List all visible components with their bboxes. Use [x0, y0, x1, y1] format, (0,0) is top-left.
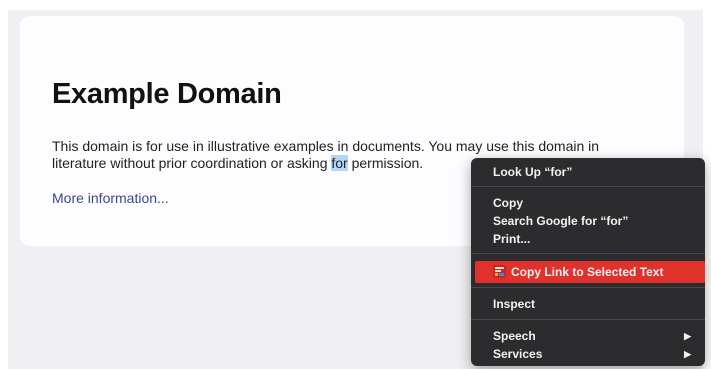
menu-item-label: Services [493, 347, 543, 361]
more-information-link[interactable]: More information... [52, 190, 169, 206]
menu-item-copy[interactable]: Copy [471, 194, 705, 212]
menu-item-search-google[interactable]: Search Google for “for” [471, 212, 705, 230]
menu-item-label: Inspect [493, 297, 536, 311]
menu-item-print[interactable]: Print... [471, 230, 705, 248]
menu-item-label: Print... [493, 232, 531, 246]
menu-separator [471, 186, 705, 187]
menu-item-copy-link-to-selected-text[interactable]: Copy Link to Selected Text [475, 261, 705, 283]
menu-separator [471, 319, 705, 320]
context-menu: Look Up “for” Copy Search Google for “fo… [471, 158, 705, 366]
menu-item-label: Speech [493, 329, 536, 343]
chevron-right-icon: ▶ [684, 349, 691, 359]
menu-separator [471, 253, 705, 254]
menu-item-look-up[interactable]: Look Up “for” [471, 163, 705, 181]
chevron-right-icon: ▶ [684, 331, 691, 341]
paragraph-text-after: permission. [347, 155, 424, 171]
menu-item-label: Look Up “for” [493, 165, 573, 179]
menu-item-label: Copy Link to Selected Text [511, 265, 664, 279]
copy-link-extension-icon [493, 263, 506, 278]
menu-item-services[interactable]: Services ▶ [471, 345, 705, 363]
menu-item-inspect[interactable]: Inspect [471, 295, 705, 313]
page-title: Example Domain [52, 78, 282, 110]
menu-item-speech[interactable]: Speech ▶ [471, 327, 705, 345]
selected-text[interactable]: for [331, 155, 348, 171]
menu-item-label: Search Google for “for” [493, 214, 629, 228]
menu-separator [471, 287, 705, 288]
menu-item-label: Copy [493, 196, 523, 210]
